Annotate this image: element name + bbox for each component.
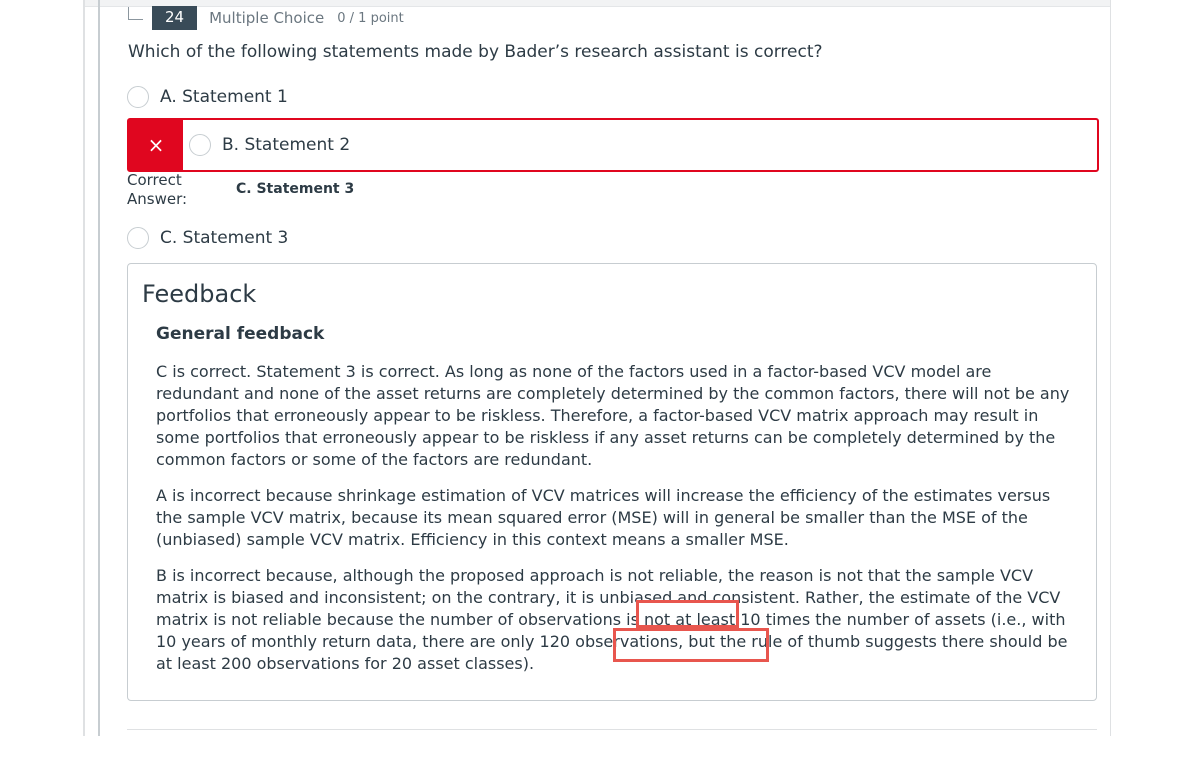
feedback-panel: Feedback General feedback C is correct. …	[127, 263, 1097, 701]
answer-option-b-selected-incorrect[interactable]: × B. Statement 2	[127, 118, 1099, 172]
question-number-badge: 24	[152, 6, 198, 30]
radio-button[interactable]	[127, 227, 149, 249]
question-text: Which of the following statements made b…	[128, 42, 823, 62]
answer-option-a[interactable]: A. Statement 1	[127, 86, 288, 108]
feedback-paragraph: B is incorrect because, although the pro…	[156, 566, 1068, 673]
tree-connector-icon	[128, 6, 143, 20]
answer-label: C. Statement 3	[160, 228, 289, 248]
question-header: 24 Multiple Choice 0 / 1 point	[128, 6, 404, 30]
question-left-border	[98, 0, 100, 736]
feedback-paragraph: A is incorrect because shrinkage estimat…	[156, 486, 1051, 549]
content-right-border	[1110, 0, 1111, 736]
bottom-divider	[127, 729, 1097, 730]
correct-answer-value: C. Statement 3	[236, 181, 355, 197]
radio-button[interactable]	[127, 86, 149, 108]
answer-label: A. Statement 1	[160, 87, 288, 107]
feedback-paragraph: C is correct. Statement 3 is correct. As…	[156, 362, 1070, 469]
question-type: Multiple Choice	[209, 9, 325, 27]
question-points: 0 / 1 point	[337, 10, 404, 26]
quiz-results-page: 24 Multiple Choice 0 / 1 point Which of …	[0, 0, 1200, 769]
radio-button[interactable]	[189, 134, 211, 156]
answer-option-c[interactable]: C. Statement 3	[127, 227, 288, 249]
correct-answer-label: Correct Answer:	[127, 171, 188, 208]
feedback-subtitle: General feedback	[156, 324, 325, 344]
content-left-border	[83, 0, 85, 736]
incorrect-x-icon: ×	[129, 120, 183, 170]
feedback-title: Feedback	[142, 280, 257, 308]
answer-label: B. Statement 2	[222, 135, 351, 155]
